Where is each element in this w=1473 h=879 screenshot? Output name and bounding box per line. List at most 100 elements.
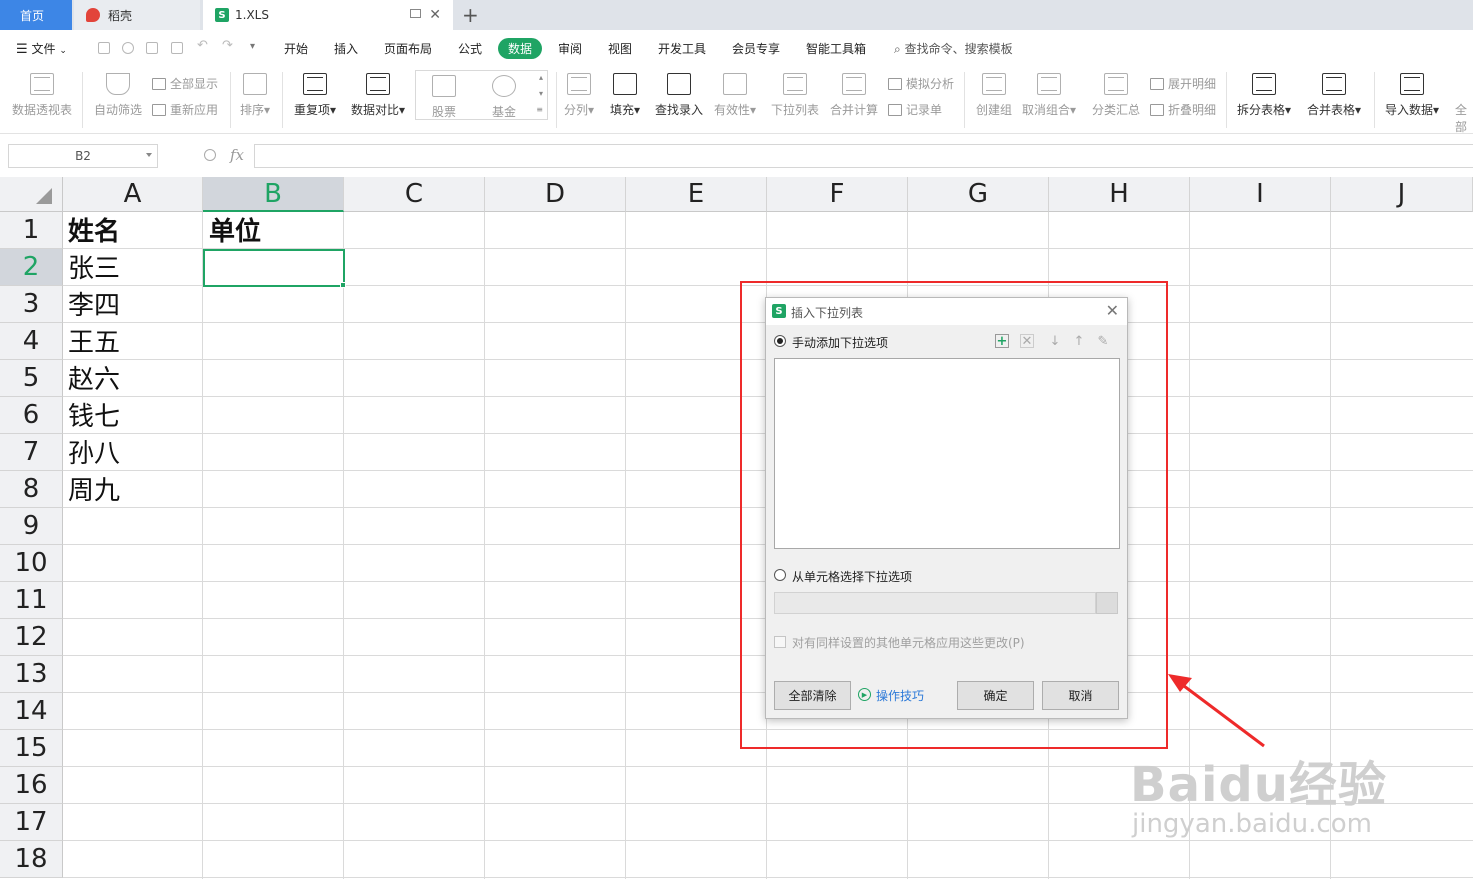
redo-icon[interactable]: ↷	[222, 38, 233, 53]
row-header-18[interactable]: 18	[0, 841, 63, 878]
tab-close-icon[interactable]: ✕	[429, 7, 441, 23]
manual-option-label[interactable]: 手动添加下拉选项	[792, 334, 888, 351]
cell-a3[interactable]: 李四	[68, 288, 120, 324]
menu-smart-toolbox[interactable]: 智能工具箱	[806, 40, 866, 57]
create-group-button[interactable]: 创建组	[976, 73, 1012, 118]
row-header-11[interactable]: 11	[0, 582, 63, 619]
merge-table-button[interactable]: 合并表格▾	[1307, 73, 1361, 118]
fill-handle[interactable]	[340, 282, 346, 288]
fund-button[interactable]: 基金	[492, 75, 516, 120]
share-icon[interactable]	[122, 42, 134, 54]
row-header-13[interactable]: 13	[0, 656, 63, 693]
tips-link[interactable]: 操作技巧	[876, 687, 924, 704]
column-header-d[interactable]: D	[485, 177, 626, 212]
delete-item-icon[interactable]: ✕	[1020, 334, 1034, 349]
menu-file[interactable]: ☰ 文件 ⌄	[16, 40, 67, 57]
tab-file[interactable]: S 1.XLS ✕	[203, 0, 453, 30]
selected-cell-b2[interactable]	[203, 249, 345, 287]
column-header-c[interactable]: C	[344, 177, 485, 212]
row-header-16[interactable]: 16	[0, 767, 63, 804]
window-pin-icon[interactable]	[410, 9, 421, 18]
column-header-h[interactable]: H	[1049, 177, 1190, 212]
print-preview-icon[interactable]	[171, 42, 183, 54]
name-box-dropdown-icon[interactable]	[146, 153, 152, 157]
split-column-button[interactable]: 分列▾	[564, 73, 594, 118]
row-header-8[interactable]: 8	[0, 471, 63, 508]
add-item-icon[interactable]: +	[995, 334, 1009, 349]
apply-all-checkbox[interactable]	[774, 636, 786, 648]
cell-a2[interactable]: 张三	[68, 251, 120, 287]
cell-a6[interactable]: 钱七	[68, 399, 120, 435]
reapply-button[interactable]: 重新应用	[152, 101, 218, 118]
lookup-entry-button[interactable]: 查找录入	[655, 73, 703, 118]
more-ribbon-button[interactable]: 全部	[1455, 101, 1473, 135]
fill-button[interactable]: 填充▾	[610, 73, 640, 118]
column-header-e[interactable]: E	[626, 177, 767, 212]
ok-button[interactable]: 确定	[957, 681, 1034, 710]
save-icon[interactable]	[98, 42, 110, 54]
gallery-down-icon[interactable]: ▾	[539, 89, 543, 98]
row-header-9[interactable]: 9	[0, 508, 63, 545]
from-cells-option-radio[interactable]	[774, 569, 786, 581]
cell-a8[interactable]: 周九	[68, 473, 120, 509]
cancel-button[interactable]: 取消	[1042, 681, 1119, 710]
range-picker-icon[interactable]	[1096, 592, 1118, 614]
row-header-7[interactable]: 7	[0, 434, 63, 471]
row-header-1[interactable]: 1	[0, 212, 63, 249]
manual-option-radio[interactable]	[774, 335, 786, 347]
select-all-corner[interactable]	[0, 177, 63, 212]
cell-a4[interactable]: 王五	[68, 325, 120, 361]
split-table-button[interactable]: 拆分表格▾	[1237, 73, 1291, 118]
row-header-6[interactable]: 6	[0, 397, 63, 434]
menu-developer[interactable]: 开发工具	[658, 40, 706, 57]
zoom-formula-icon[interactable]	[204, 149, 216, 161]
stock-button[interactable]: 股票	[432, 75, 456, 120]
show-all-button[interactable]: 全部显示	[152, 75, 218, 92]
menu-formulas[interactable]: 公式	[458, 40, 482, 57]
row-header-4[interactable]: 4	[0, 323, 63, 360]
column-header-a[interactable]: A	[63, 177, 203, 212]
duplicates-button[interactable]: 重复项▾	[294, 73, 336, 118]
menu-data[interactable]: 数据	[498, 38, 542, 59]
dropdown-list-button[interactable]: 下拉列表	[771, 73, 819, 118]
gallery-more-icon[interactable]: ≡	[536, 105, 543, 114]
autofilter-button[interactable]: 自动筛选	[94, 73, 142, 118]
column-header-i[interactable]: I	[1190, 177, 1331, 212]
menu-page-layout[interactable]: 页面布局	[384, 40, 432, 57]
column-header-b[interactable]: B	[203, 177, 344, 212]
expand-detail-button[interactable]: 展开明细	[1150, 75, 1216, 92]
clear-all-button[interactable]: 全部清除	[774, 681, 851, 710]
row-header-3[interactable]: 3	[0, 286, 63, 323]
formula-input[interactable]	[254, 144, 1473, 168]
menu-home[interactable]: 开始	[284, 40, 308, 57]
import-data-button[interactable]: 导入数据▾	[1385, 73, 1439, 118]
row-header-12[interactable]: 12	[0, 619, 63, 656]
row-header-17[interactable]: 17	[0, 804, 63, 841]
quick-access-more-icon[interactable]: ▾	[250, 41, 255, 52]
cell-a7[interactable]: 孙八	[68, 436, 120, 472]
print-icon[interactable]	[146, 42, 158, 54]
cell-a1[interactable]: 姓名	[68, 214, 120, 250]
play-tips-icon[interactable]: ▶	[858, 688, 871, 701]
row-header-14[interactable]: 14	[0, 693, 63, 730]
collapse-detail-button[interactable]: 折叠明细	[1150, 101, 1216, 118]
ungroup-button[interactable]: 取消组合▾	[1022, 73, 1076, 118]
cell-range-input[interactable]	[774, 592, 1096, 614]
row-header-15[interactable]: 15	[0, 730, 63, 767]
data-compare-button[interactable]: 数据对比▾	[351, 73, 405, 118]
menu-review[interactable]: 审阅	[558, 40, 582, 57]
row-header-10[interactable]: 10	[0, 545, 63, 582]
cell-a5[interactable]: 赵六	[68, 362, 120, 398]
command-search[interactable]: ⌕ 查找命令、搜索模板	[894, 40, 1013, 57]
name-box[interactable]: B2	[8, 144, 158, 168]
what-if-button[interactable]: 模拟分析	[888, 75, 954, 92]
move-up-icon[interactable]: ↑	[1072, 334, 1086, 349]
cell-b1[interactable]: 单位	[209, 214, 261, 250]
tab-daoke[interactable]: 稻壳	[74, 0, 200, 30]
dialog-close-icon[interactable]: ✕	[1106, 301, 1119, 320]
sort-button[interactable]: 排序▾	[240, 73, 270, 118]
column-header-f[interactable]: F	[767, 177, 908, 212]
menu-insert[interactable]: 插入	[334, 40, 358, 57]
menu-view[interactable]: 视图	[608, 40, 632, 57]
row-header-2[interactable]: 2	[0, 249, 63, 286]
